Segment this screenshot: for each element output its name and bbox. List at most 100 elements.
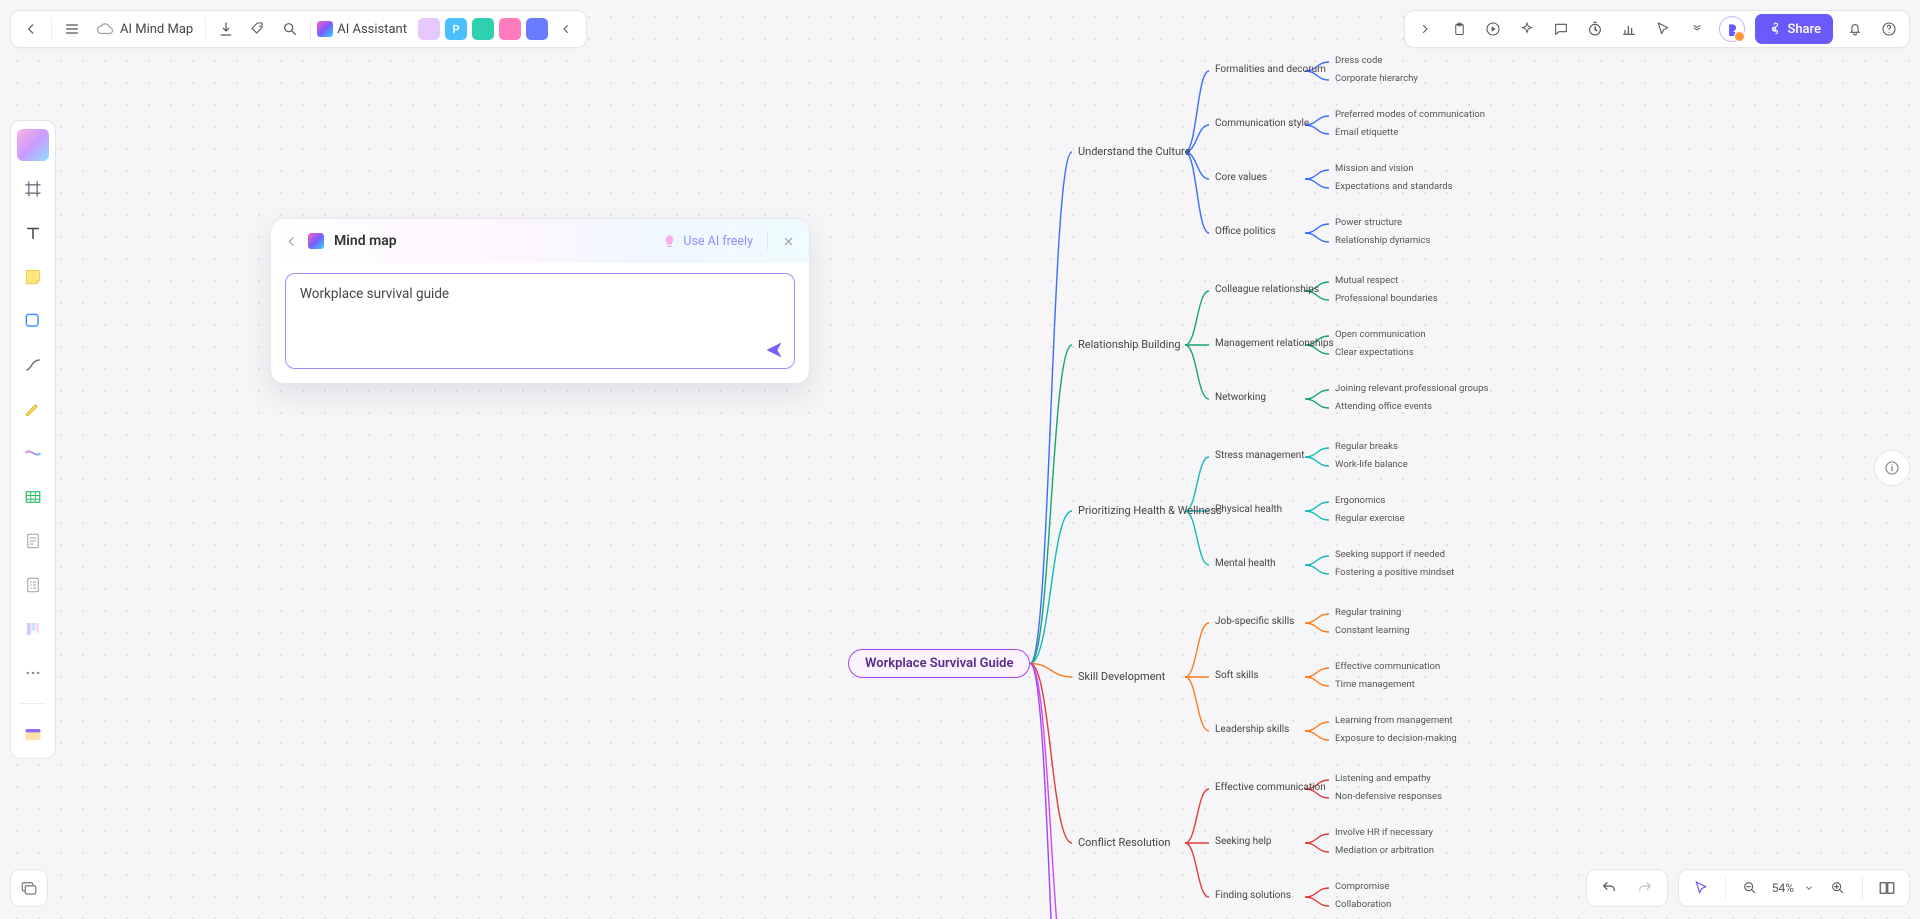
mindmap-branch[interactable]: Prioritizing Health & Wellness [1078,504,1222,517]
mindmap-leaf[interactable]: Ergonomics [1335,495,1385,506]
menu-button[interactable] [56,13,88,45]
fit-view-button[interactable] [1871,872,1903,904]
list-tool-icon[interactable] [17,569,49,601]
kanban-tool-icon[interactable] [17,613,49,645]
mindmap-subnode[interactable]: Communication style [1215,118,1309,129]
mindmap-leaf[interactable]: Effective communication [1335,661,1440,672]
mindmap-subnode[interactable]: Core values [1215,172,1267,183]
connector-tool-icon[interactable] [17,349,49,381]
collaborator-avatar[interactable]: P [445,18,467,40]
mindmap-subnode[interactable]: Physical health [1215,504,1282,515]
mindmap-leaf[interactable]: Professional boundaries [1335,293,1438,304]
mindmap-leaf[interactable]: Regular training [1335,607,1401,618]
text-tool-icon[interactable] [17,217,49,249]
boardmix-badge[interactable] [1719,16,1745,42]
dialog-input[interactable]: Workplace survival guide [285,273,795,369]
mindmap-leaf[interactable]: Compromise [1335,881,1389,892]
bell-icon[interactable] [1839,13,1871,45]
mindmap-subnode[interactable]: Management relationships [1215,338,1334,349]
mindmap-branch[interactable]: Conflict Resolution [1078,836,1170,849]
collaborator-avatar[interactable] [499,18,521,40]
mindmap-leaf[interactable]: Power structure [1335,217,1402,228]
chevron-right-icon[interactable] [1409,13,1441,45]
mindmap-leaf[interactable]: Non-defensive responses [1335,791,1442,802]
share-button[interactable]: Share [1755,14,1833,44]
redo-button[interactable] [1629,872,1661,904]
collaborator-avatar[interactable] [472,18,494,40]
mindmap-subnode[interactable]: Stress management [1215,450,1305,461]
mindmap-subnode[interactable]: Seeking help [1215,836,1272,847]
mindmap-subnode[interactable]: Office politics [1215,226,1276,237]
timer-icon[interactable] [1579,13,1611,45]
doc-tool-icon[interactable] [17,525,49,557]
search-button[interactable] [274,13,306,45]
pointer-mode-button[interactable] [1685,872,1717,904]
mindmap-leaf[interactable]: Constant learning [1335,625,1410,636]
collaborator-avatar[interactable] [418,18,440,40]
sparkle-icon[interactable] [1511,13,1543,45]
mindmap-subnode[interactable]: Soft skills [1215,670,1259,681]
mindmap-subnode[interactable]: Colleague relationships [1215,284,1319,295]
mindmap-leaf[interactable]: Joining relevant professional groups [1335,383,1488,394]
frame-tool-icon[interactable] [17,173,49,205]
cursor-icon[interactable] [1647,13,1679,45]
mindmap-leaf[interactable]: Exposure to decision-making [1335,733,1457,744]
sticky-note-tool-icon[interactable] [17,261,49,293]
ai-assistant-button[interactable]: AI Assistant [315,21,415,37]
mindmap-leaf[interactable]: Attending office events [1335,401,1432,412]
zoom-in-button[interactable] [1822,872,1854,904]
mindmap-root-node[interactable]: Workplace Survival Guide [848,649,1030,678]
dialog-back-icon[interactable] [285,235,298,248]
mindmap-leaf[interactable]: Listening and empathy [1335,773,1431,784]
mindmap-leaf[interactable]: Regular breaks [1335,441,1398,452]
mindmap-leaf[interactable]: Learning from management [1335,715,1453,726]
send-icon[interactable] [764,340,784,360]
clipboard-icon[interactable] [1443,13,1475,45]
zoom-out-button[interactable] [1734,872,1766,904]
back-button[interactable] [15,13,47,45]
ai-tool-icon[interactable] [17,129,49,161]
mindmap-leaf[interactable]: Mediation or arbitration [1335,845,1434,856]
mindmap-subnode[interactable]: Effective communication [1215,782,1326,793]
mindmap-branch[interactable]: Understand the Culture [1078,145,1190,158]
mindmap-branch[interactable]: Skill Development [1078,670,1165,683]
use-ai-link[interactable]: Use AI freely [662,234,753,249]
download-button[interactable] [210,13,242,45]
document-title[interactable]: AI Mind Map [88,20,201,38]
mindmap-leaf[interactable]: Open communication [1335,329,1426,340]
mindmap-leaf[interactable]: Mutual respect [1335,275,1398,286]
tag-button[interactable] [242,13,274,45]
more-chevron-icon[interactable] [1681,13,1713,45]
mindmap-leaf[interactable]: Clear expectations [1335,347,1414,358]
play-icon[interactable] [1477,13,1509,45]
collaborator-avatar[interactable] [526,18,548,40]
mindmap-leaf[interactable]: Work-life balance [1335,459,1408,470]
mindmap-leaf[interactable]: Preferred modes of communication [1335,109,1485,120]
mindmap-subnode[interactable]: Finding solutions [1215,890,1291,901]
mindmap-subnode[interactable]: Leadership skills [1215,724,1289,735]
table-tool-icon[interactable] [17,481,49,513]
templates-icon[interactable] [17,718,49,750]
dialog-close-icon[interactable] [782,235,795,248]
mindmap-leaf[interactable]: Email etiquette [1335,127,1398,138]
pen-tool-icon[interactable] [17,393,49,425]
avatar-chevron[interactable] [550,13,582,45]
mindmap-leaf[interactable]: Collaboration [1335,899,1391,910]
mindmap-subnode[interactable]: Mental health [1215,558,1276,569]
more-tools-icon[interactable] [17,657,49,689]
mindmap-leaf[interactable]: Relationship dynamics [1335,235,1430,246]
info-button[interactable] [1874,450,1910,486]
zoom-chevron-icon[interactable] [1800,872,1818,904]
comment-icon[interactable] [1545,13,1577,45]
mindmap-leaf[interactable]: Seeking support if needed [1335,549,1445,560]
mindmap-leaf[interactable]: Time management [1335,679,1415,690]
mindmap-leaf[interactable]: Fostering a positive mindset [1335,567,1454,578]
mindmap-leaf[interactable]: Expectations and standards [1335,181,1453,192]
chart-icon[interactable] [1613,13,1645,45]
mindmap-subnode[interactable]: Job-specific skills [1215,616,1294,627]
mindmap-branch[interactable]: Relationship Building [1078,338,1181,351]
mindmap-leaf[interactable]: Dress code [1335,55,1382,66]
mindmap-tool-icon[interactable] [17,437,49,469]
mindmap-leaf[interactable]: Involve HR if necessary [1335,827,1433,838]
undo-button[interactable] [1593,872,1625,904]
